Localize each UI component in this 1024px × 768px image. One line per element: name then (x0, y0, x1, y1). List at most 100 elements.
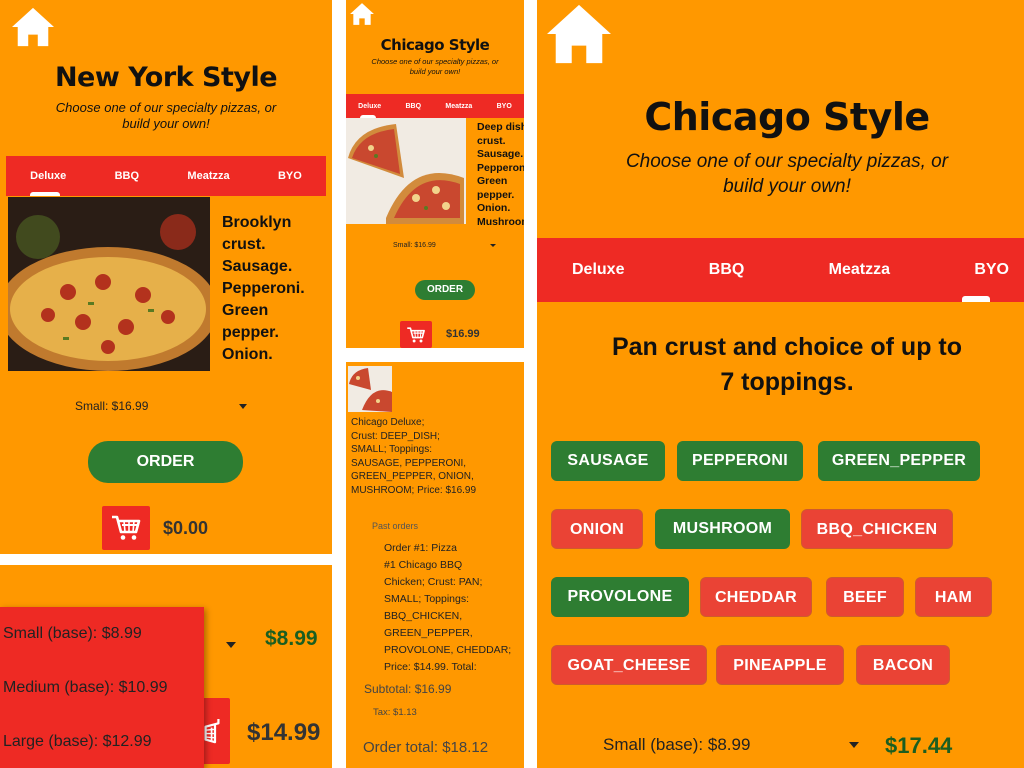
past-order-line: #1 Chicago BBQ (384, 559, 463, 571)
tab-bbq[interactable]: BBQ (709, 261, 745, 279)
past-order-line: GREEN_PEPPER, (384, 627, 473, 639)
topping-chip-beef[interactable]: BEEF (826, 577, 904, 617)
tab-bbq[interactable]: BBQ (115, 170, 139, 182)
dropdown-caret-row (226, 635, 236, 653)
topping-chip-pepperoni[interactable]: PEPPERONI (677, 441, 803, 481)
cart-screen: Chicago Deluxe; Crust: DEEP_DISH; SMALL;… (346, 362, 524, 768)
description-line: pepper. (222, 324, 279, 341)
topping-chip-onion[interactable]: ONION (551, 509, 643, 549)
chevron-down-icon (226, 642, 236, 648)
home-icon[interactable] (10, 6, 56, 48)
topping-chip-mushroom[interactable]: MUSHROOM (655, 509, 790, 549)
description-line: Sausage. (477, 148, 524, 160)
past-order-line: Price: $14.99. Total: (384, 661, 477, 673)
pizza-tab-bar: Deluxe BBQ Meatzza BYO (6, 156, 326, 196)
description-line: Sausage. (222, 258, 293, 275)
topping-chip-cheddar[interactable]: CHEDDAR (700, 577, 812, 617)
cart-button[interactable] (400, 321, 432, 348)
past-order-line: BBQ_CHICKEN, (384, 610, 463, 622)
page-title: Chicago Style (644, 95, 930, 139)
cart-total: $14.99 (247, 719, 321, 746)
tab-byo[interactable]: BYO (278, 170, 302, 182)
description-line: Pepperoni. (477, 161, 524, 174)
cart-item-thumbnail (348, 366, 392, 412)
tab-byo[interactable]: BYO (497, 103, 512, 110)
subtotal: Subtotal: $16.99 (364, 682, 452, 696)
pizza-tab-bar: Deluxe BBQ Meatzza BYO (537, 238, 1024, 302)
order-button[interactable]: ORDER (88, 441, 243, 483)
description-line: Onion. (222, 346, 273, 363)
tab-meatzza[interactable]: Meatzza (187, 170, 229, 182)
size-dropdown-value: Small: $16.99 (393, 241, 436, 249)
size-dropdown-screen: $8.99 $14.99 Small (base): $8.99 Medium … (0, 565, 332, 768)
tab-bbq[interactable]: BBQ (406, 103, 422, 110)
pizza-description: Pan crust and choice of up to 7 toppings… (537, 330, 1024, 400)
description-line: crust. (222, 236, 266, 253)
page-title: New York Style (54, 62, 278, 93)
pizza-image (346, 118, 466, 224)
cart-item-line: Chicago Deluxe; (351, 417, 425, 428)
tab-indicator (962, 296, 990, 302)
chicago-byo-screen: Chicago Style Choose one of our specialt… (537, 0, 1024, 768)
topping-chip-provolone[interactable]: PROVOLONE (551, 577, 689, 617)
tab-byo[interactable]: BYO (974, 261, 1009, 279)
subtitle-line: Choose one of our specialty pizzas, or (371, 57, 499, 66)
tab-indicator (30, 192, 60, 196)
size-dropdown-value: Small (base): $8.99 (603, 735, 751, 754)
subtitle-line: Choose one of our specialty pizzas, or (625, 151, 949, 172)
topping-chip-bacon[interactable]: BACON (856, 645, 950, 685)
chevron-down-icon (239, 403, 247, 409)
tab-meatzza[interactable]: Meatzza (445, 103, 472, 110)
description-line: Mushroom (477, 215, 524, 228)
topping-chip-pineapple[interactable]: PINEAPPLE (716, 645, 844, 685)
tab-deluxe[interactable]: Deluxe (572, 261, 624, 279)
cart-item-line: SMALL; Toppings: (351, 444, 432, 455)
description-line: pepper. (477, 188, 515, 201)
order-button[interactable]: ORDER (415, 280, 475, 300)
size-dropdown[interactable]: Small: $16.99 (75, 396, 247, 416)
topping-chip-sausage[interactable]: SAUSAGE (551, 441, 665, 481)
description-line: Deep dish (477, 121, 524, 133)
description-line: Onion. (477, 202, 511, 214)
tab-meatzza[interactable]: Meatzza (829, 261, 890, 279)
size-dropdown[interactable]: Small (base): $8.99 (603, 733, 859, 757)
size-option-medium[interactable]: Medium (base): $10.99 (3, 679, 168, 697)
tab-deluxe[interactable]: Deluxe (358, 103, 381, 110)
home-icon[interactable] (349, 2, 375, 26)
cart-item-line: Crust: DEEP_DISH; (351, 430, 440, 442)
page-title: Chicago Style (380, 36, 490, 54)
tax: Tax: $1.13 (373, 707, 417, 718)
topping-chip-green-pepper[interactable]: GREEN_PEPPER (818, 441, 980, 481)
chicago-style-screen-small: Chicago Style Choose one of our specialt… (346, 0, 524, 348)
subtitle-line: build your own! (122, 116, 210, 131)
cart-icon (110, 514, 142, 542)
ny-style-screen: New York Style Choose one of our special… (0, 0, 332, 554)
cart-item-line: MUSHROOM; Price: $16.99 (351, 484, 477, 496)
past-order-line: PROVOLONE, CHEDDAR; (384, 644, 512, 656)
cart-button[interactable] (102, 506, 150, 550)
base-price: $8.99 (265, 627, 318, 650)
description-line: crust. (477, 134, 506, 147)
cart-item-details: Chicago Deluxe; Crust: DEEP_DISH; SMALL;… (351, 416, 476, 497)
description-line: Pepperoni. (222, 280, 305, 297)
page-subtitle: Choose one of our specialty pizzas, or b… (0, 100, 332, 132)
home-icon[interactable] (544, 2, 614, 66)
tab-deluxe[interactable]: Deluxe (30, 170, 66, 182)
subtitle-line: build your own! (409, 67, 461, 76)
topping-chip-ham[interactable]: HAM (915, 577, 992, 617)
description-line: Brooklyn (222, 214, 292, 231)
cart-total: $0.00 (163, 518, 209, 538)
chevron-down-icon (849, 742, 859, 748)
size-dropdown[interactable]: Small: $16.99 (393, 239, 496, 251)
cart-item-line: SAUSAGE, PEPPERONI, (351, 457, 467, 469)
description-line: Green (477, 175, 508, 187)
size-option-large[interactable]: Large (base): $12.99 (3, 733, 152, 751)
topping-chip-bbq-chicken[interactable]: BBQ_CHICKEN (801, 509, 953, 549)
description-line: 7 toppings. (720, 368, 854, 396)
topping-chip-goat-cheese[interactable]: GOAT_CHEESE (551, 645, 707, 685)
size-option-small[interactable]: Small (base): $8.99 (3, 625, 142, 643)
page-subtitle: Choose one of our specialty pizzas, or b… (537, 149, 1024, 199)
past-order-line: SMALL; Toppings: (384, 593, 470, 605)
pizza-description: Brooklyn crust. Sausage. Pepperoni. Gree… (222, 212, 305, 366)
page-subtitle: Choose one of our specialty pizzas, or b… (346, 57, 524, 77)
